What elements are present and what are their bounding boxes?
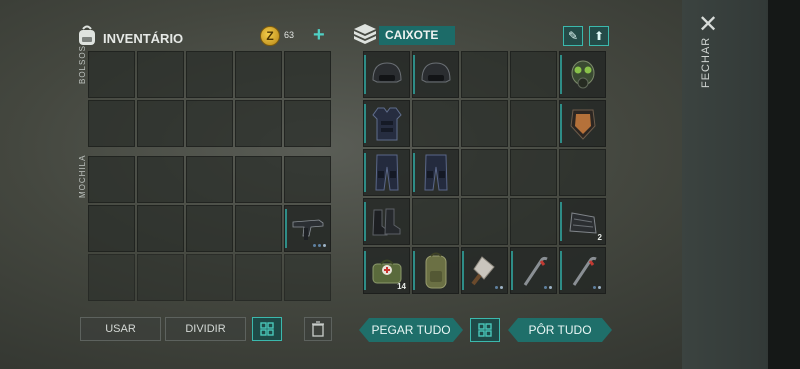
crate-slot-boots[interactable] xyxy=(363,198,410,245)
backpack-slot[interactable] xyxy=(186,205,233,252)
crate-slot-armored-pants[interactable] xyxy=(412,149,459,196)
pockets-grid xyxy=(88,51,331,147)
armored-pants-icon xyxy=(423,154,448,190)
crowbar-icon xyxy=(523,256,548,286)
helmet-icon xyxy=(371,61,402,82)
item-quantity: 14 xyxy=(397,282,406,291)
close-label[interactable]: FECHAR xyxy=(700,37,712,88)
crate-slot[interactable] xyxy=(461,198,508,245)
crate-title: CAIXOTE xyxy=(379,26,455,45)
put-all-button[interactable]: PÔR TUDO xyxy=(508,318,612,342)
backpack-slot[interactable] xyxy=(284,254,331,301)
pocket-slot[interactable] xyxy=(235,51,282,98)
crate-slot-crowbar[interactable] xyxy=(559,247,606,294)
split-button[interactable]: DIVIDIR xyxy=(165,317,246,341)
pocket-slot[interactable] xyxy=(186,100,233,147)
trash-icon xyxy=(312,321,324,337)
durability-dots xyxy=(593,286,601,289)
upload-button[interactable]: ⬆ xyxy=(589,26,609,46)
durability-dots xyxy=(544,286,552,289)
durability-dots xyxy=(495,286,503,289)
crate-slot[interactable] xyxy=(412,198,459,245)
crate-slot-helmet[interactable] xyxy=(363,51,410,98)
armored-pants-icon xyxy=(374,154,399,190)
crate-slot-cleaver[interactable] xyxy=(461,247,508,294)
backpack-slot[interactable] xyxy=(235,156,282,203)
backpack-label: MOCHILA xyxy=(78,154,87,198)
pocket-slot[interactable] xyxy=(88,51,135,98)
uzi-icon xyxy=(292,219,323,240)
backpack-slot-uzi[interactable] xyxy=(284,205,331,252)
grid-icon xyxy=(478,323,492,337)
crate-slot[interactable] xyxy=(510,100,557,147)
crate-slot[interactable] xyxy=(510,198,557,245)
pocket-slot[interactable] xyxy=(137,100,184,147)
backpack-item-icon xyxy=(425,252,446,288)
crate-slot-armor-plate[interactable] xyxy=(559,100,606,147)
add-coins-button[interactable]: + xyxy=(313,24,325,47)
backpack-slot[interactable] xyxy=(235,254,282,301)
pockets-label: BOLSOS xyxy=(78,45,87,84)
pocket-slot[interactable] xyxy=(137,51,184,98)
backpack-slot[interactable] xyxy=(284,156,331,203)
crate-slot-body-armor[interactable] xyxy=(363,100,410,147)
screen-edge xyxy=(768,0,800,369)
backpack-slot[interactable] xyxy=(235,205,282,252)
take-all-button[interactable]: PEGAR TUDO xyxy=(359,318,463,342)
crate-slot-helmet[interactable] xyxy=(412,51,459,98)
durability-dots xyxy=(313,244,326,247)
crate-slot-backpack[interactable] xyxy=(412,247,459,294)
backpack-icon xyxy=(79,25,95,45)
cleaver-icon xyxy=(470,255,495,285)
grid-icon xyxy=(260,322,274,336)
crate-slot-armored-pants[interactable] xyxy=(363,149,410,196)
crate-icon xyxy=(354,24,376,44)
scrap-metal-icon xyxy=(568,211,597,234)
sort-button[interactable] xyxy=(252,317,282,341)
coin-count: 63 xyxy=(284,30,295,40)
backpack-slot[interactable] xyxy=(137,254,184,301)
item-quantity: 2 xyxy=(597,233,602,242)
helmet-icon xyxy=(420,61,451,82)
crate-slot[interactable] xyxy=(559,149,606,196)
coin-icon: Z xyxy=(260,26,280,46)
pencil-icon: ✎ xyxy=(567,29,579,43)
crate-slot[interactable] xyxy=(412,100,459,147)
backpack-slot[interactable] xyxy=(88,254,135,301)
edit-button[interactable]: ✎ xyxy=(563,26,583,46)
crate-slot[interactable] xyxy=(510,51,557,98)
crate-slot-medkit-bag[interactable]: 14 xyxy=(363,247,410,294)
crate-slot-gas-mask[interactable] xyxy=(559,51,606,98)
backpack-grid xyxy=(88,156,331,301)
backpack-slot[interactable] xyxy=(186,254,233,301)
backpack-slot[interactable] xyxy=(88,205,135,252)
boots-icon xyxy=(371,208,400,235)
inventory-title: INVENTÁRIO xyxy=(103,31,184,46)
pocket-slot[interactable] xyxy=(186,51,233,98)
crate-slot[interactable] xyxy=(461,149,508,196)
arrow-up-icon: ⬆ xyxy=(593,29,605,43)
pocket-slot[interactable] xyxy=(235,100,282,147)
backpack-slot[interactable] xyxy=(137,205,184,252)
body-armor-icon xyxy=(371,107,402,140)
use-button[interactable]: USAR xyxy=(80,317,161,341)
crate-sort-button[interactable] xyxy=(470,318,500,342)
crate-slot[interactable] xyxy=(510,149,557,196)
crate-slot[interactable] xyxy=(461,100,508,147)
close-icon[interactable]: ✕ xyxy=(697,13,719,37)
crate-grid: 2 14 xyxy=(363,51,606,296)
backpack-slot[interactable] xyxy=(88,156,135,203)
crowbar-icon xyxy=(572,256,597,286)
pocket-slot[interactable] xyxy=(284,51,331,98)
crate-slot-scrap-metal[interactable]: 2 xyxy=(559,198,606,245)
pocket-slot[interactable] xyxy=(284,100,331,147)
pocket-slot[interactable] xyxy=(88,100,135,147)
crate-slot-crowbar[interactable] xyxy=(510,247,557,294)
armor-plate-icon xyxy=(569,109,596,140)
backpack-slot[interactable] xyxy=(186,156,233,203)
backpack-slot[interactable] xyxy=(137,156,184,203)
trash-button[interactable] xyxy=(304,317,332,341)
crate-slot[interactable] xyxy=(461,51,508,98)
gas-mask-icon xyxy=(571,60,594,88)
